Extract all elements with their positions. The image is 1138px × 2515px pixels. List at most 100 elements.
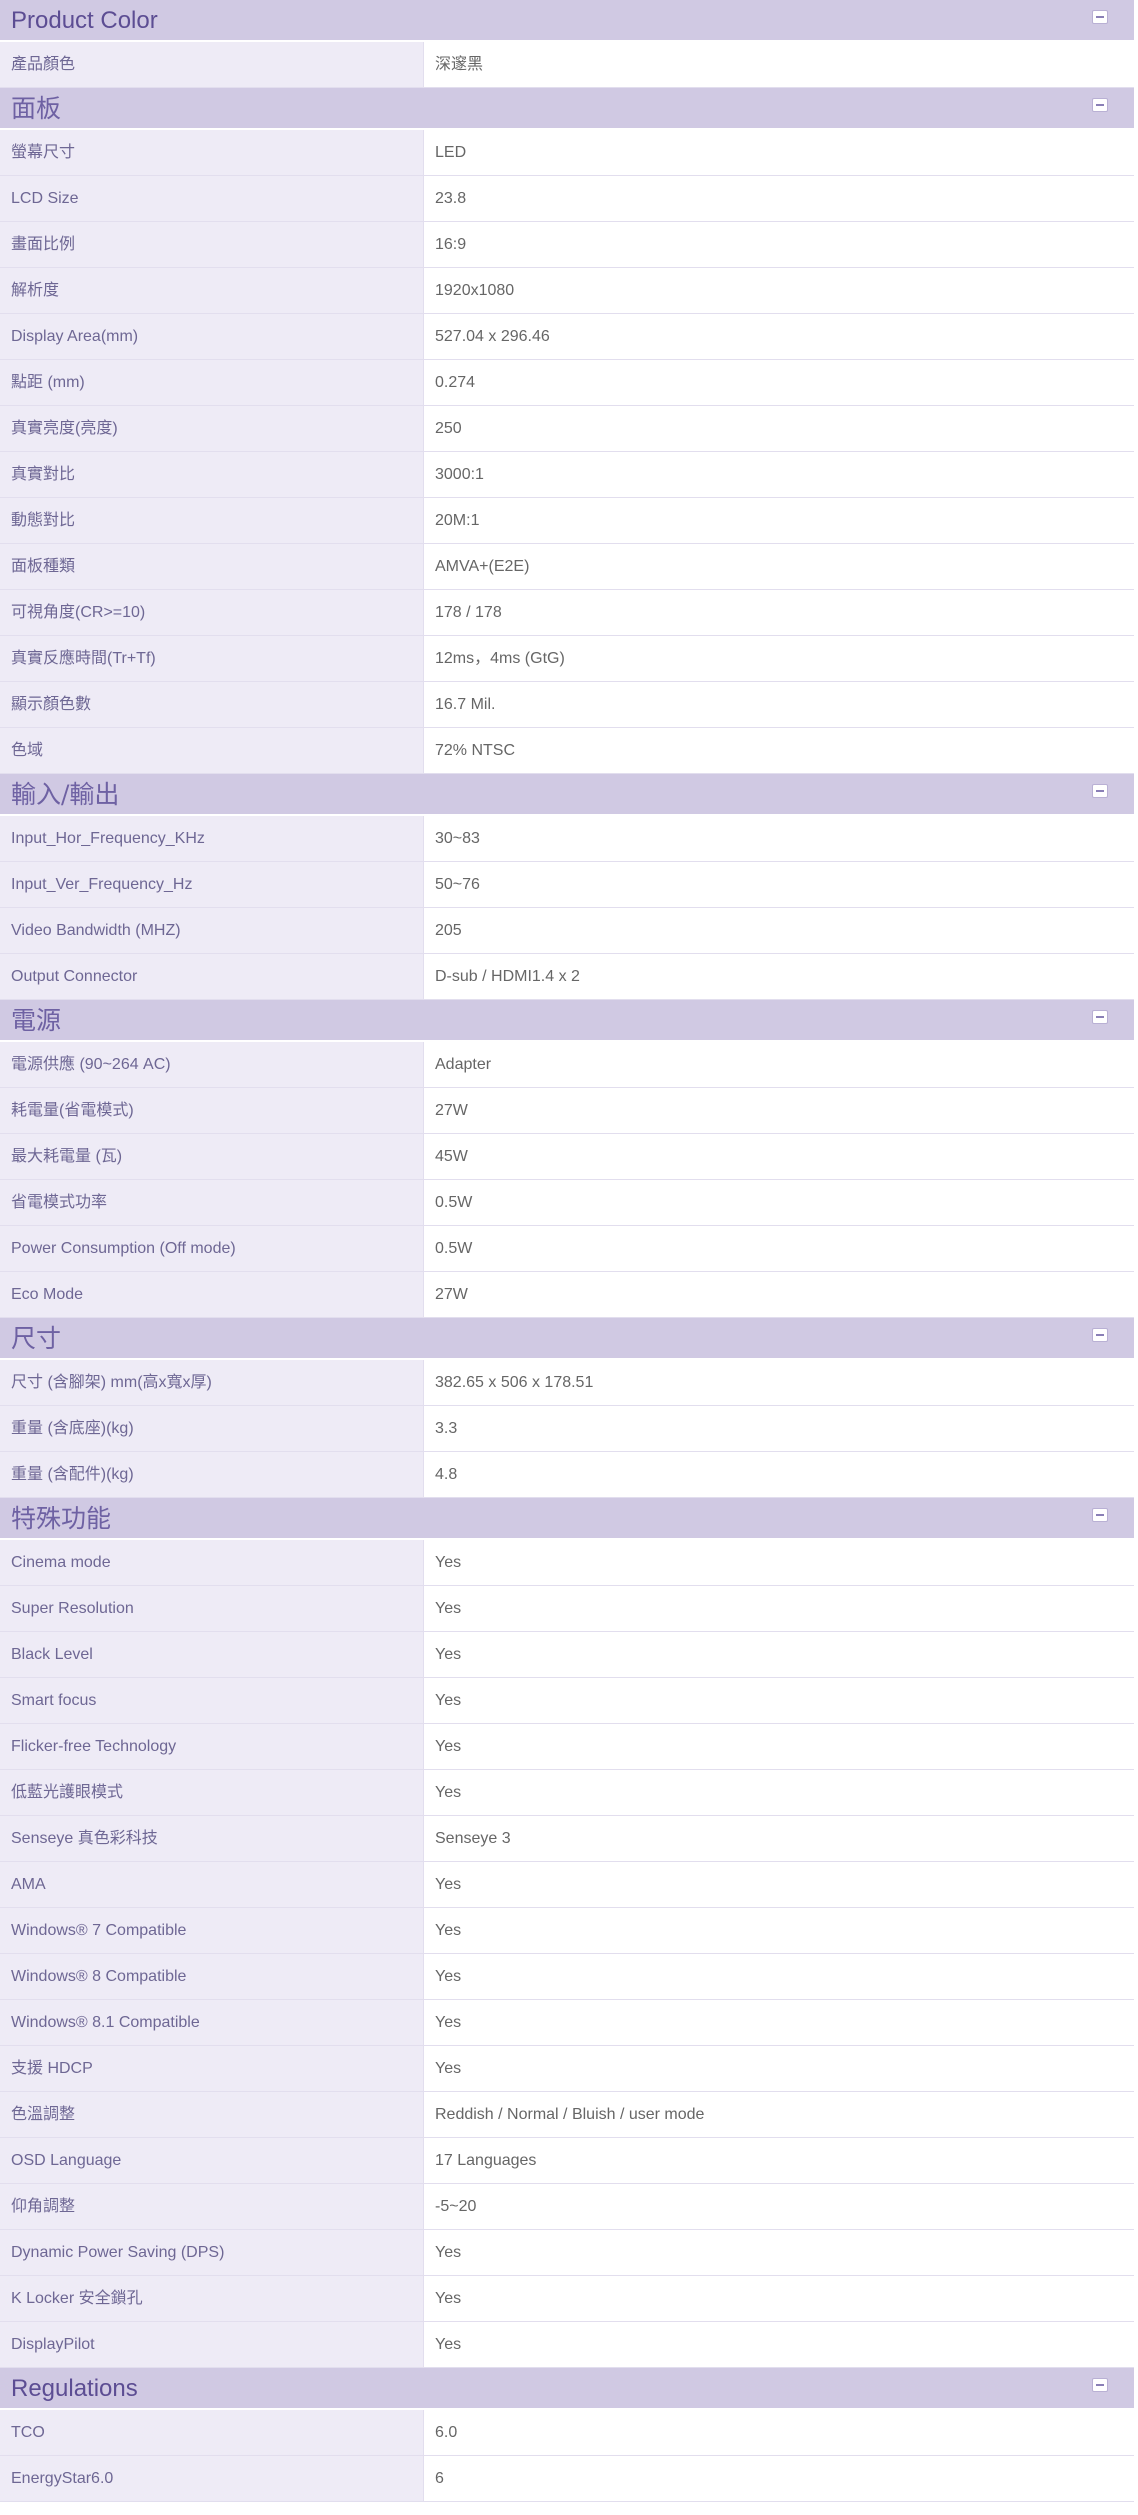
section-header[interactable]: Regulations bbox=[0, 2368, 1134, 2410]
spec-label: Flicker-free Technology bbox=[0, 1724, 424, 1769]
section-header[interactable]: 特殊功能 bbox=[0, 1498, 1134, 1540]
spec-value: D-sub / HDMI1.4 x 2 bbox=[424, 954, 1134, 999]
collapse-icon[interactable] bbox=[1092, 784, 1108, 798]
spec-row: 重量 (含配件)(kg) 4.8 bbox=[0, 1452, 1134, 1498]
spec-label: 低藍光護眼模式 bbox=[0, 1770, 424, 1815]
spec-label: 面板種類 bbox=[0, 544, 424, 589]
collapse-icon[interactable] bbox=[1092, 98, 1108, 112]
collapse-icon[interactable] bbox=[1092, 1328, 1108, 1342]
spec-value: 72% NTSC bbox=[424, 728, 1134, 773]
spec-label: LCD Size bbox=[0, 176, 424, 221]
spec-row: AMA Yes bbox=[0, 1862, 1134, 1908]
spec-row: Windows® 8.1 Compatible Yes bbox=[0, 2000, 1134, 2046]
spec-value: Yes bbox=[424, 1586, 1134, 1631]
spec-value: Yes bbox=[424, 1908, 1134, 1953]
spec-label: Input_Hor_Frequency_KHz bbox=[0, 816, 424, 861]
collapse-icon[interactable] bbox=[1092, 10, 1108, 24]
spec-value: 12ms，4ms (GtG) bbox=[424, 636, 1134, 681]
spec-value: 250 bbox=[424, 406, 1134, 451]
spec-value: 16:9 bbox=[424, 222, 1134, 267]
spec-value: 17 Languages bbox=[424, 2138, 1134, 2183]
section-header[interactable]: 輸入/輸出 bbox=[0, 774, 1134, 816]
spec-row: K Locker 安全鎖孔 Yes bbox=[0, 2276, 1134, 2322]
spec-label: 色域 bbox=[0, 728, 424, 773]
section-header[interactable]: Product Color bbox=[0, 0, 1134, 42]
spec-label: DisplayPilot bbox=[0, 2322, 424, 2367]
spec-row: 真實對比 3000:1 bbox=[0, 452, 1134, 498]
minus-icon bbox=[1096, 1334, 1104, 1336]
spec-label: EnergyStar6.0 bbox=[0, 2456, 424, 2501]
spec-value: 27W bbox=[424, 1088, 1134, 1133]
spec-value: 23.8 bbox=[424, 176, 1134, 221]
spec-value: Yes bbox=[424, 1862, 1134, 1907]
spec-row: Display Area(mm) 527.04 x 296.46 bbox=[0, 314, 1134, 360]
spec-row: Video Bandwidth (MHZ) 205 bbox=[0, 908, 1134, 954]
spec-value: 0.5W bbox=[424, 1226, 1134, 1271]
section-title: 面板 bbox=[11, 94, 62, 123]
spec-value: Yes bbox=[424, 1678, 1134, 1723]
spec-value: LED bbox=[424, 130, 1134, 175]
spec-row: 色域 72% NTSC bbox=[0, 728, 1134, 774]
spec-label: Windows® 8 Compatible bbox=[0, 1954, 424, 1999]
minus-icon bbox=[1096, 16, 1104, 18]
spec-row: 電源供應 (90~264 AC) Adapter bbox=[0, 1042, 1134, 1088]
spec-row: LCD Size 23.8 bbox=[0, 176, 1134, 222]
spec-value: 20M:1 bbox=[424, 498, 1134, 543]
spec-label: AMA bbox=[0, 1862, 424, 1907]
section-header[interactable]: 尺寸 bbox=[0, 1318, 1134, 1360]
spec-row: 重量 (含底座)(kg) 3.3 bbox=[0, 1406, 1134, 1452]
spec-label: 最大耗電量 (瓦) bbox=[0, 1134, 424, 1179]
section-title: 特殊功能 bbox=[11, 1504, 112, 1533]
spec-label: K Locker 安全鎖孔 bbox=[0, 2276, 424, 2321]
section-header[interactable]: 面板 bbox=[0, 88, 1134, 130]
spec-label: 色溫調整 bbox=[0, 2092, 424, 2137]
spec-value: 178 / 178 bbox=[424, 590, 1134, 635]
spec-label: TCO bbox=[0, 2410, 424, 2455]
collapse-icon[interactable] bbox=[1092, 2378, 1108, 2392]
spec-row: Windows® 8 Compatible Yes bbox=[0, 1954, 1134, 2000]
spec-label: Eco Mode bbox=[0, 1272, 424, 1317]
spec-value: 0.274 bbox=[424, 360, 1134, 405]
spec-label: 解析度 bbox=[0, 268, 424, 313]
spec-label: 尺寸 (含腳架) mm(高x寬x厚) bbox=[0, 1360, 424, 1405]
spec-value: 382.65 x 506 x 178.51 bbox=[424, 1360, 1134, 1405]
collapse-icon[interactable] bbox=[1092, 1508, 1108, 1522]
spec-value: Yes bbox=[424, 2046, 1134, 2091]
spec-value: 27W bbox=[424, 1272, 1134, 1317]
spec-row: 色溫調整 Reddish / Normal / Bluish / user mod… bbox=[0, 2092, 1134, 2138]
spec-label: 可視角度(CR>=10) bbox=[0, 590, 424, 635]
spec-label: Windows® 8.1 Compatible bbox=[0, 2000, 424, 2045]
section-header[interactable]: 電源 bbox=[0, 1000, 1134, 1042]
spec-label: 真實亮度(亮度) bbox=[0, 406, 424, 451]
spec-row: Smart focus Yes bbox=[0, 1678, 1134, 1724]
spec-row: Dynamic Power Saving (DPS) Yes bbox=[0, 2230, 1134, 2276]
section-title: 輸入/輸出 bbox=[11, 780, 120, 809]
spec-row: Senseye 真色彩科技 Senseye 3 bbox=[0, 1816, 1134, 1862]
collapse-icon[interactable] bbox=[1092, 1010, 1108, 1024]
spec-label: 真實對比 bbox=[0, 452, 424, 497]
spec-label: 產品顏色 bbox=[0, 42, 424, 87]
spec-label: 重量 (含底座)(kg) bbox=[0, 1406, 424, 1451]
spec-value: Yes bbox=[424, 1540, 1134, 1585]
spec-row: 螢幕尺寸 LED bbox=[0, 130, 1134, 176]
spec-row: Input_Ver_Frequency_Hz 50~76 bbox=[0, 862, 1134, 908]
spec-value: Senseye 3 bbox=[424, 1816, 1134, 1861]
spec-section: 尺寸 尺寸 (含腳架) mm(高x寬x厚) 382.65 x 506 x 178.5… bbox=[0, 1318, 1134, 1498]
minus-icon bbox=[1096, 790, 1104, 792]
spec-row: 仰角調整 -5~20 bbox=[0, 2184, 1134, 2230]
spec-label: Power Consumption (Off mode) bbox=[0, 1226, 424, 1271]
spec-section: Regulations TCO 6.0 EnergyStar6.0 6 bbox=[0, 2368, 1134, 2502]
spec-row: 耗電量(省電模式) 27W bbox=[0, 1088, 1134, 1134]
spec-section: 面板 螢幕尺寸 LED LCD Size 23.8 畫面比例 16:9 解析度 1920x108… bbox=[0, 88, 1134, 774]
spec-label: 支援 HDCP bbox=[0, 2046, 424, 2091]
spec-value: 50~76 bbox=[424, 862, 1134, 907]
spec-label: OSD Language bbox=[0, 2138, 424, 2183]
spec-row: 解析度 1920x1080 bbox=[0, 268, 1134, 314]
spec-row: TCO 6.0 bbox=[0, 2410, 1134, 2456]
spec-row: 面板種類 AMVA+(E2E) bbox=[0, 544, 1134, 590]
spec-row: EnergyStar6.0 6 bbox=[0, 2456, 1134, 2502]
spec-row: 產品顏色 深邃黑 bbox=[0, 42, 1134, 88]
spec-value: 1920x1080 bbox=[424, 268, 1134, 313]
spec-label: Senseye 真色彩科技 bbox=[0, 1816, 424, 1861]
spec-value: 0.5W bbox=[424, 1180, 1134, 1225]
